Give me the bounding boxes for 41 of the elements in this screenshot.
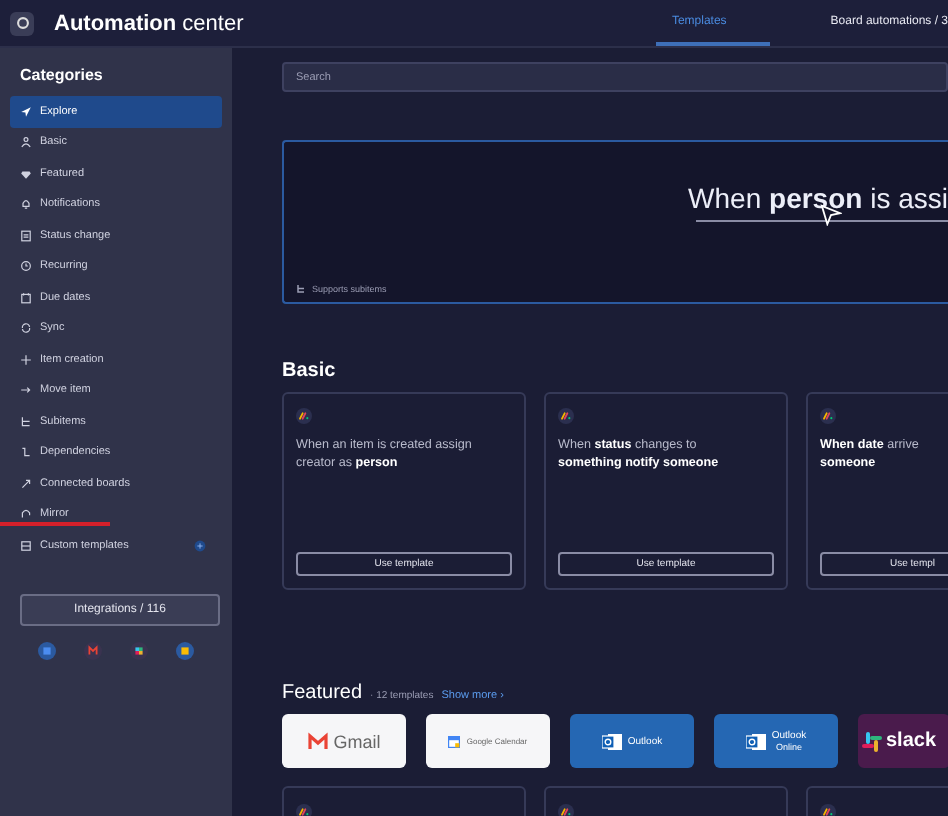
app-tile[interactable]: slack [858,714,948,768]
subitems-icon [20,415,32,428]
calendar-icon [20,291,32,304]
app-logo [558,804,574,816]
add-icon[interactable] [194,539,206,552]
hash-icon [862,731,882,751]
compass-icon [20,105,32,118]
section-title: Basic [282,360,338,382]
page-title: Automation center [54,11,244,35]
app-logo [296,804,312,816]
people-icon [20,136,32,149]
diamond-icon [20,167,32,180]
annotation-line [0,522,110,525]
sync-icon [20,322,32,335]
clock-icon [20,260,32,273]
app-logo [296,408,312,424]
section-title: Featured [282,682,363,704]
sidebar-title: Categories [18,64,105,88]
app-logo [10,11,34,35]
app-icon[interactable] [130,641,148,659]
bell-icon [20,198,32,211]
app-logo [558,408,574,424]
dependency-icon [20,446,32,459]
mail-icon [745,731,766,751]
envelope-icon [307,731,328,751]
arrow-icon [20,384,32,397]
app-icon[interactable] [176,641,194,659]
list-icon [20,229,32,242]
calendar-icon [448,735,461,747]
mail-icon [601,731,622,751]
hero-headline: When person is assi [688,182,948,214]
app-logo [820,408,836,424]
subitems-icon [296,284,306,294]
link-icon [20,477,32,490]
app-tile[interactable]: Gmail [282,714,406,768]
app-logo [820,804,836,816]
template-icon [20,539,32,552]
mirror-icon [20,508,32,521]
plus-icon [20,353,32,366]
app-icon[interactable] [84,641,102,659]
app-icon[interactable] [38,641,56,659]
